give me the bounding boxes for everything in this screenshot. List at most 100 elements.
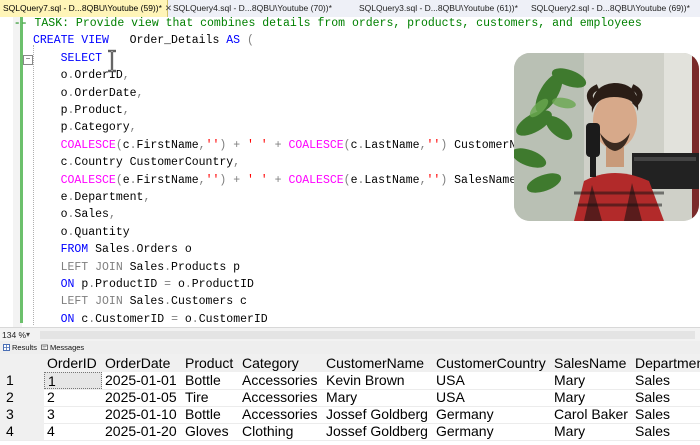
tab-sqlquery4[interactable]: SQLQuery4.sql - D...8QBU\Youtube (70))* <box>170 0 340 17</box>
tab-sqlquery7[interactable]: SQLQuery7.sql - D...8QBU\Youtube (59))* ✕ <box>0 0 172 17</box>
cell-orderdate[interactable]: 2025-01-05 <box>102 389 182 406</box>
code-token: ( <box>115 173 123 187</box>
cell-salesname[interactable]: Mary <box>551 423 632 440</box>
cell-product[interactable]: Bottle <box>182 406 239 423</box>
horizontal-scrollbar[interactable] <box>40 331 695 339</box>
cell-customercountry[interactable]: USA <box>433 372 551 389</box>
row-number[interactable]: 1 <box>0 372 44 389</box>
code-token: p <box>74 278 89 291</box>
cell-customercountry[interactable]: Germany <box>433 423 551 440</box>
cell-department[interactable]: Sales <box>632 372 700 389</box>
cell-category[interactable]: Accessories <box>239 406 323 423</box>
code-line[interactable]: ON c.CustomerID = o.CustomerID <box>33 311 268 327</box>
tab-messages-label: Messages <box>50 343 85 352</box>
row-number[interactable]: 3 <box>0 406 44 423</box>
cell-orderid[interactable]: 4 <box>44 423 102 440</box>
tab-sqlquery3[interactable]: SQLQuery3.sql - D...8QBU\Youtube (61))* <box>356 0 526 17</box>
cell-customername[interactable]: Mary <box>323 389 433 406</box>
column-header-orderid[interactable]: OrderID <box>44 354 102 372</box>
cell-customername[interactable]: Jossef Goldberg <box>323 406 433 423</box>
table-row[interactable]: 1 1 2025-01-01 Bottle Accessories Kevin Brown… <box>0 372 700 390</box>
cell-orderid[interactable]: 3 <box>44 406 102 423</box>
code-token: . <box>184 278 192 291</box>
code-token: Products p <box>171 260 241 274</box>
cell-product[interactable]: Tire <box>182 389 239 406</box>
cell-department[interactable]: Sales <box>632 406 700 423</box>
column-header-category[interactable]: Category <box>239 354 323 372</box>
cell-category[interactable]: Clothing <box>239 423 323 440</box>
code-token: o <box>33 86 68 100</box>
cell-customercountry[interactable]: USA <box>433 389 551 406</box>
column-header-customercountry[interactable]: CustomerCountry <box>433 354 551 372</box>
code-comment-line[interactable]: -- TASK: Provide view that combines deta… <box>0 17 642 32</box>
code-line[interactable]: e.Department, <box>33 189 151 206</box>
code-token: Sales <box>122 295 165 309</box>
code-line[interactable]: p.Product, <box>33 102 130 119</box>
column-header-product[interactable]: Product <box>182 354 239 372</box>
cell-orderdate[interactable]: 2025-01-10 <box>102 406 182 423</box>
table-row[interactable]: 4 4 2025-01-20 Gloves Clothing Jossef Goldber… <box>0 423 700 441</box>
cell-salesname[interactable]: Carol Baker <box>551 406 632 423</box>
code-line[interactable]: COALESCE(c.FirstName,'') + ' ' + COALESC… <box>33 137 544 154</box>
code-line[interactable]: p.Category, <box>33 119 137 136</box>
cell-customername[interactable]: Jossef Goldberg <box>323 423 433 440</box>
code-line[interactable]: CREATE VIEW Order_Details AS ( <box>33 32 254 49</box>
cell-category[interactable]: Accessories <box>239 389 323 406</box>
query-editor[interactable]: − -- TASK: Provide view that combines de… <box>0 17 700 327</box>
code-token: COALESCE <box>33 173 116 187</box>
tab-messages[interactable]: Messages <box>41 341 84 354</box>
cell-product[interactable]: Bottle <box>182 372 239 389</box>
row-number[interactable]: 2 <box>0 389 44 406</box>
row-number[interactable]: 4 <box>0 423 44 440</box>
row-header-corner[interactable] <box>0 354 44 372</box>
code-line[interactable]: o.OrderDate, <box>33 85 144 102</box>
table-row[interactable]: 3 3 2025-01-10 Bottle Accessories Jossef Gold… <box>0 406 700 424</box>
collapse-icon[interactable]: − <box>23 55 33 65</box>
code-token: ON <box>33 278 75 291</box>
cell-orderid[interactable]: 1 <box>44 372 102 389</box>
code-token: Sales <box>88 243 130 257</box>
chevron-down-icon[interactable]: ▾ <box>26 328 30 342</box>
cell-customername[interactable]: Kevin Brown <box>323 372 433 389</box>
cell-department[interactable]: Sales <box>632 423 700 440</box>
code-token: ' ' <box>247 138 268 152</box>
cell-orderid[interactable]: 2 <box>44 389 102 406</box>
code-token: c <box>122 138 130 152</box>
zoom-level[interactable]: 134 % <box>2 328 26 342</box>
cell-salesname[interactable]: Mary <box>551 372 632 389</box>
tab-sqlquery2[interactable]: SQLQuery2.sql - D...8QBU\Youtube (69))* <box>528 0 700 17</box>
code-token: , <box>108 208 116 222</box>
column-header-customername[interactable]: CustomerName <box>323 354 433 372</box>
cell-salesname[interactable]: Mary <box>551 389 632 406</box>
column-header-orderdate[interactable]: OrderDate <box>102 354 182 372</box>
code-line[interactable]: c.Country CustomerCountry, <box>33 154 240 171</box>
cell-product[interactable]: Gloves <box>182 423 239 440</box>
tab-label: SQLQuery2.sql - D...8QBU\Youtube (69))* <box>531 3 690 13</box>
code-line[interactable]: ON p.ProductID = o.ProductID <box>33 276 254 293</box>
tab-label: SQLQuery3.sql - D...8QBU\Youtube (61))* <box>359 3 518 13</box>
code-token: COALESCE <box>288 138 344 152</box>
code-token: CustomerID <box>198 312 268 326</box>
cell-category[interactable]: Accessories <box>239 372 323 389</box>
code-line[interactable]: SELECT <box>33 50 102 67</box>
code-line[interactable]: FROM Sales.Orders o <box>33 241 192 258</box>
code-token: '' <box>205 173 220 187</box>
results-grid[interactable]: OrderID OrderDate Product Category Custo… <box>0 354 700 445</box>
table-row[interactable]: 2 2 2025-01-05 Tire Accessories Mary USA Mary Sa… <box>0 389 700 407</box>
cell-department[interactable]: Sales <box>632 389 700 406</box>
column-header-department[interactable]: Department <box>632 354 700 372</box>
code-line[interactable]: COALESCE(e.FirstName,'') + ' ' + COALESC… <box>33 172 524 189</box>
column-header-salesname[interactable]: SalesName <box>551 354 632 372</box>
tab-label: SQLQuery7.sql - D...8QBU\Youtube (59))* <box>3 3 162 13</box>
code-line[interactable]: LEFT JOIN Sales.Products p <box>33 259 240 276</box>
code-line[interactable]: o.Sales, <box>33 206 116 223</box>
cell-orderdate[interactable]: 2025-01-01 <box>102 372 182 389</box>
cell-orderdate[interactable]: 2025-01-20 <box>102 423 182 440</box>
code-token: , <box>129 121 137 135</box>
code-line[interactable]: o.Quantity <box>33 224 130 241</box>
code-token: ( <box>343 173 351 187</box>
tab-results[interactable]: Results <box>3 341 37 354</box>
code-token: SELECT <box>33 51 103 65</box>
cell-customercountry[interactable]: Germany <box>433 406 551 423</box>
code-line[interactable]: LEFT JOIN Sales.Customers c <box>33 293 247 310</box>
